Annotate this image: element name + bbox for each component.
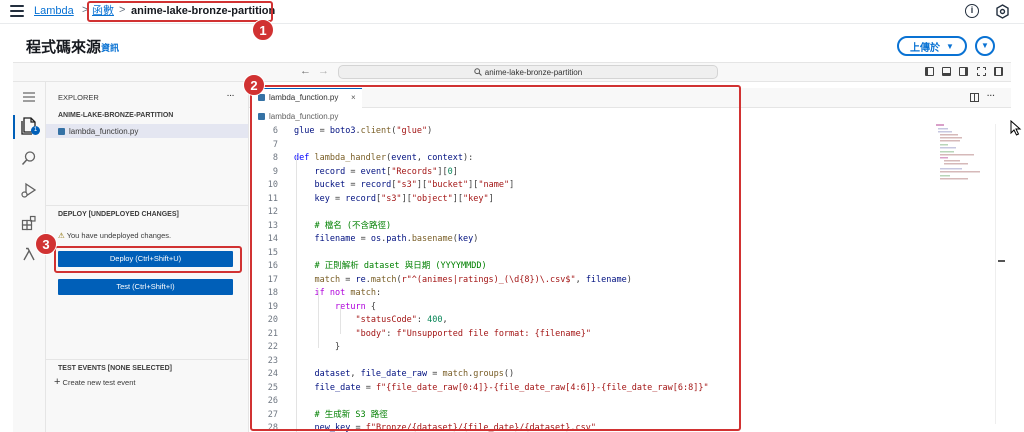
test-events-section-title[interactable]: TEST EVENTS [NONE SELECTED] bbox=[58, 365, 172, 372]
scrollbar-marker bbox=[998, 260, 1005, 262]
breadcrumb-lambda[interactable]: Lambda bbox=[34, 4, 74, 18]
split-editor-icon[interactable] bbox=[970, 93, 979, 102]
customize-layout-icon[interactable] bbox=[977, 67, 986, 76]
editor-scrollbar[interactable] bbox=[995, 124, 1005, 424]
editor-more-icon[interactable]: ··· bbox=[987, 91, 995, 100]
more-actions-button[interactable]: ▼ bbox=[975, 36, 995, 56]
annotation-box-editor bbox=[250, 85, 741, 431]
upload-from-button[interactable]: 上傳於 ▼ bbox=[897, 36, 967, 56]
page-title: 程式碼來源 bbox=[26, 39, 102, 56]
settings-icon[interactable] bbox=[995, 4, 1010, 19]
caret-down-icon: ▼ bbox=[946, 41, 954, 51]
deploy-section-title[interactable]: DEPLOY [UNDEPLOYED CHANGES] bbox=[58, 211, 179, 218]
python-file-icon bbox=[58, 128, 65, 136]
toggle-panel-icon[interactable] bbox=[942, 67, 951, 76]
create-test-event-link[interactable]: + Create new test event bbox=[54, 376, 136, 388]
test-button[interactable]: Test (Ctrl+Shift+I) bbox=[58, 279, 233, 295]
explorer-badge: 1 bbox=[31, 126, 40, 135]
explorer-folder-name[interactable]: ANIME-LAKE-BRONZE-PARTITION bbox=[58, 112, 173, 119]
explorer-file-label: lambda_function.py bbox=[58, 127, 138, 136]
accounts-menu-icon[interactable] bbox=[22, 90, 38, 106]
annotation-box-deploy bbox=[54, 246, 242, 273]
info-icon[interactable]: i bbox=[965, 4, 979, 18]
upload-from-label: 上傳於 bbox=[910, 42, 941, 54]
annotation-box-breadcrumb bbox=[87, 1, 273, 22]
explorer-title: EXPLORER bbox=[58, 93, 99, 102]
info-link[interactable]: 資訊 bbox=[101, 41, 119, 54]
toggle-secondary-sidebar-icon[interactable] bbox=[959, 67, 968, 76]
maximize-editor-icon[interactable] bbox=[994, 67, 1003, 76]
annotation-badge-3: 3 bbox=[35, 233, 57, 255]
explorer-file-row[interactable]: lambda_function.py bbox=[46, 124, 248, 138]
command-center-search[interactable]: anime-lake-bronze-partition bbox=[338, 65, 718, 79]
forward-arrow-icon[interactable]: → bbox=[318, 65, 329, 77]
sidebar-divider bbox=[46, 359, 249, 360]
create-test-event-text: Create new test event bbox=[62, 378, 136, 387]
explorer-more-icon[interactable]: ··· bbox=[227, 91, 235, 100]
toggle-primary-sidebar-icon[interactable] bbox=[925, 67, 934, 76]
explorer-file-name: lambda_function.py bbox=[69, 127, 139, 136]
mouse-cursor-icon bbox=[1010, 120, 1022, 136]
annotation-badge-1: 1 bbox=[252, 19, 274, 41]
plus-icon: + bbox=[54, 376, 61, 388]
undeployed-warning-text: You have undeployed changes. bbox=[66, 231, 172, 240]
active-view-indicator bbox=[13, 115, 15, 139]
menu-icon[interactable] bbox=[10, 5, 24, 17]
search-icon bbox=[474, 68, 482, 76]
sidebar-divider bbox=[46, 205, 249, 206]
caret-down-icon: ▼ bbox=[981, 41, 989, 50]
warning-icon: ⚠ bbox=[58, 231, 65, 240]
search-icon[interactable] bbox=[21, 150, 37, 166]
extensions-icon[interactable] bbox=[21, 215, 37, 231]
undeployed-warning: ⚠ You have undeployed changes. bbox=[58, 231, 171, 240]
minimap[interactable] bbox=[936, 124, 994, 184]
command-center-text: anime-lake-bronze-partition bbox=[484, 68, 583, 77]
annotation-badge-2: 2 bbox=[243, 74, 265, 96]
back-arrow-icon[interactable]: ← bbox=[300, 65, 311, 77]
run-and-debug-icon[interactable] bbox=[21, 182, 37, 198]
